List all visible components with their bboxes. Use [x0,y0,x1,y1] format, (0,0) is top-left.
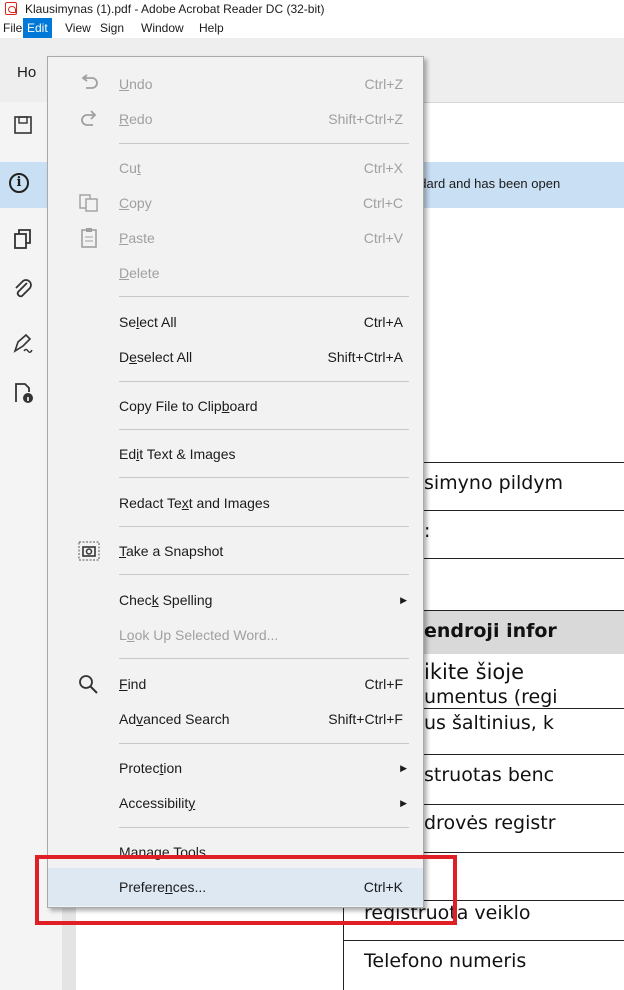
menu-item-copy[interactable]: Copy Ctrl+C [48,184,423,222]
menu-separator [119,381,409,382]
submenu-arrow-icon: ▶ [400,763,407,773]
window-title: Klausimynas (1).pdf - Adobe Acrobat Read… [25,2,325,16]
doc-line-2: : [424,520,431,542]
shortcut-undo: Ctrl+Z [364,76,404,92]
doc-line-4: ikite šioje [424,660,525,684]
submenu-arrow-icon: ▶ [400,798,407,808]
title-bar: Klausimynas (1).pdf - Adobe Acrobat Read… [0,0,624,18]
doc-line-5: umentus (regi [424,686,558,708]
menu-item-redo[interactable]: Redo Shift+Ctrl+Z [48,100,423,138]
doc-line-6: us šaltinius, k [424,712,554,734]
menu-item-protection[interactable]: Protection ▶ [48,749,423,787]
attachment-icon[interactable] [12,278,34,300]
shortcut-select-all: Ctrl+A [363,314,403,330]
undo-icon [81,74,98,89]
menu-separator [119,827,409,828]
menu-item-paste[interactable]: Paste Ctrl+V [48,219,423,257]
info-icon: i [9,173,29,193]
shortcut-advanced-search: Shift+Ctrl+F [328,711,403,727]
menu-item-accessibility[interactable]: Accessibility ▶ [48,784,423,822]
shortcut-paste: Ctrl+V [363,230,403,246]
doc-line-1: simyno pildym [424,472,564,494]
menu-item-edit-text-images[interactable]: Edit Text & Images [48,435,423,473]
menu-item-find[interactable]: Find Ctrl+F [48,665,423,703]
menu-item-check-spelling[interactable]: Check Spelling ▶ [48,581,423,619]
menu-item-deselect-all[interactable]: Deselect All Shift+Ctrl+A [48,338,423,376]
save-icon[interactable] [12,114,34,136]
camera-icon [78,541,100,561]
doc-line-8: drovės registr [424,812,556,834]
search-icon [79,675,98,694]
menu-edit[interactable]: Edit [23,18,52,38]
menu-item-delete[interactable]: Delete [48,254,423,292]
copy-icon [79,194,98,212]
menu-help[interactable]: Help [199,18,224,38]
menu-separator [119,526,409,527]
shortcut-deselect-all: Shift+Ctrl+A [327,349,403,365]
shortcut-copy: Ctrl+C [362,195,403,211]
menu-view[interactable]: View [65,18,91,38]
redo-icon [81,110,97,126]
doc-line-3: endroji infor [424,620,557,642]
acrobat-app-icon [5,2,17,15]
doc-line-7: struotas benc [424,764,555,786]
document-security-icon[interactable] [12,382,34,404]
menu-item-cut[interactable]: Cut Ctrl+X [48,149,423,187]
menu-file[interactable]: File [3,18,22,38]
info-message: ndard and has been open [412,176,561,191]
menu-item-look-up-word[interactable]: Look Up Selected Word... [48,616,423,654]
preferences-highlight-box [35,855,457,925]
menu-item-copy-file-to-clipboard[interactable]: Copy File to Clipboard [48,387,423,425]
menu-item-advanced-search[interactable]: Advanced Search Shift+Ctrl+F [48,700,423,738]
menu-separator [119,296,409,297]
menu-separator [119,574,409,575]
menu-separator [119,477,409,478]
submenu-arrow-icon: ▶ [400,595,407,605]
menu-separator [119,658,409,659]
menu-item-take-snapshot[interactable]: Take a Snapshot [48,532,423,570]
shortcut-cut: Ctrl+X [363,160,403,176]
menu-separator [119,143,409,144]
menu-bar: File Edit View Sign Window Help [0,18,624,38]
menu-item-undo[interactable]: Undo Ctrl+Z [48,65,423,103]
signature-icon[interactable] [12,332,34,354]
doc-line-10: Telefono numeris [364,950,527,972]
tab-home[interactable]: Ho [17,64,36,81]
menu-separator [119,429,409,430]
shortcut-find: Ctrl+F [364,676,404,692]
menu-item-redact[interactable]: Redact Text and Images [48,484,423,522]
pages-icon[interactable] [12,228,34,250]
menu-sign[interactable]: Sign [100,18,124,38]
paste-icon [81,228,97,248]
edit-menu: Undo Ctrl+Z Redo Shift+Ctrl+Z Cut Ctrl+X… [47,56,424,908]
menu-window[interactable]: Window [141,18,184,38]
menu-item-select-all[interactable]: Select All Ctrl+A [48,303,423,341]
table-rule [343,940,624,941]
menu-separator [119,743,409,744]
shortcut-redo: Shift+Ctrl+Z [328,111,403,127]
